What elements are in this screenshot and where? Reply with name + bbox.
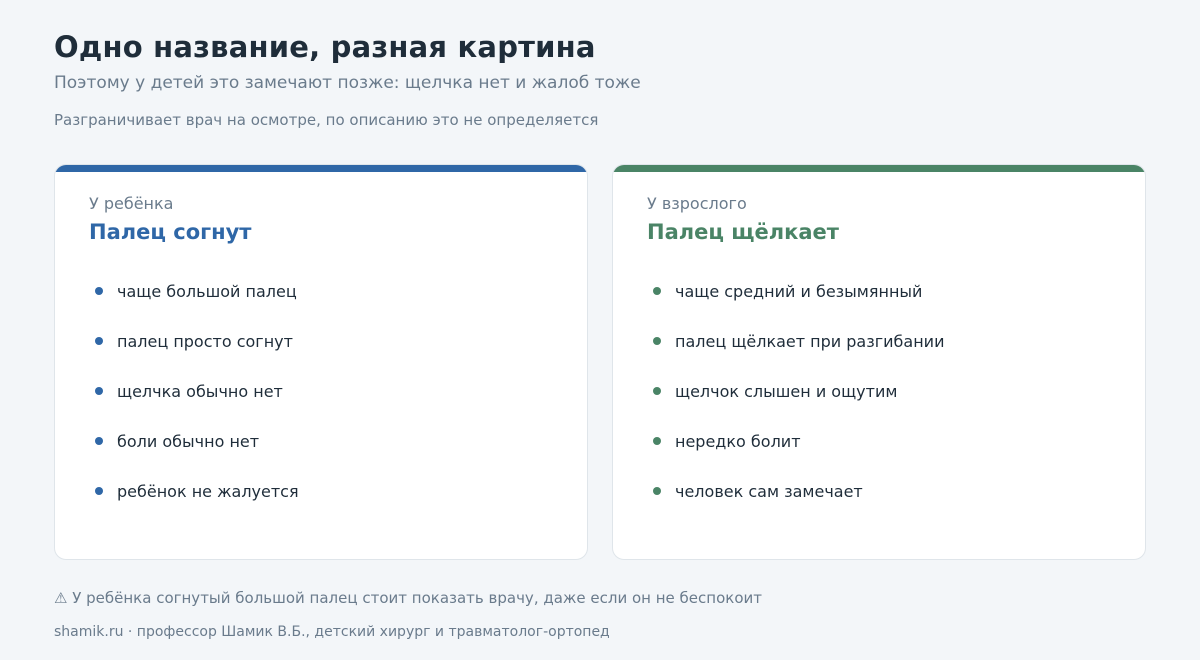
warning-text: У ребёнка согнутый большой палец стоит п… — [72, 589, 762, 607]
list-item: щелчок слышен и ощутим — [647, 380, 944, 402]
warning-note: ⚠ У ребёнка согнутый большой палец стоит… — [54, 589, 762, 607]
bullet-icon — [95, 287, 103, 295]
adult-card-heading: Палец щёлкает — [647, 220, 839, 244]
page-note: Разграничивает врач на осмотре, по описа… — [54, 111, 599, 129]
list-item: человек сам замечает — [647, 480, 944, 502]
list-item-text: щелчка обычно нет — [117, 381, 283, 401]
adult-card-kicker: У взрослого — [647, 194, 747, 213]
bullet-icon — [95, 437, 103, 445]
page-subtitle: Поэтому у детей это замечают позже: щелч… — [54, 73, 641, 93]
bullet-icon — [653, 337, 661, 345]
list-item-text: человек сам замечает — [675, 481, 863, 501]
list-item-text: щелчок слышен и ощутим — [675, 381, 898, 401]
child-card-accent-bar — [55, 165, 587, 172]
page-title: Одно название, разная картина — [54, 30, 596, 64]
footer-credit: shamik.ru · профессор Шамик В.Б., детски… — [54, 624, 610, 640]
adult-card-list: чаще средний и безымянный палец щёлкает … — [647, 280, 944, 530]
warning-icon: ⚠ — [54, 589, 68, 607]
list-item-text: палец щёлкает при разгибании — [675, 331, 945, 351]
list-item-text: чаще средний и безымянный — [675, 281, 923, 301]
list-item: ребёнок не жалуется — [89, 480, 299, 502]
list-item-text: нередко болит — [675, 431, 801, 451]
list-item: палец просто согнут — [89, 330, 299, 352]
list-item: нередко болит — [647, 430, 944, 452]
adult-card: У взрослого Палец щёлкает чаще средний и… — [612, 164, 1146, 560]
list-item-text: палец просто согнут — [117, 331, 293, 351]
bullet-icon — [95, 387, 103, 395]
list-item-text: чаще большой палец — [117, 281, 297, 301]
list-item-text: ребёнок не жалуется — [117, 481, 299, 501]
child-card-kicker: У ребёнка — [89, 194, 174, 213]
page: Одно название, разная картина Поэтому у … — [0, 0, 1200, 660]
list-item: чаще средний и безымянный — [647, 280, 944, 302]
bullet-icon — [653, 387, 661, 395]
list-item: палец щёлкает при разгибании — [647, 330, 944, 352]
child-card: У ребёнка Палец согнут чаще большой пале… — [54, 164, 588, 560]
list-item: чаще большой палец — [89, 280, 299, 302]
bullet-icon — [653, 437, 661, 445]
bullet-icon — [95, 337, 103, 345]
child-card-list: чаще большой палец палец просто согнут щ… — [89, 280, 299, 530]
list-item: щелчка обычно нет — [89, 380, 299, 402]
adult-card-accent-bar — [613, 165, 1145, 172]
bullet-icon — [653, 287, 661, 295]
child-card-heading: Палец согнут — [89, 220, 252, 244]
bullet-icon — [95, 487, 103, 495]
list-item-text: боли обычно нет — [117, 431, 260, 451]
bullet-icon — [653, 487, 661, 495]
list-item: боли обычно нет — [89, 430, 299, 452]
